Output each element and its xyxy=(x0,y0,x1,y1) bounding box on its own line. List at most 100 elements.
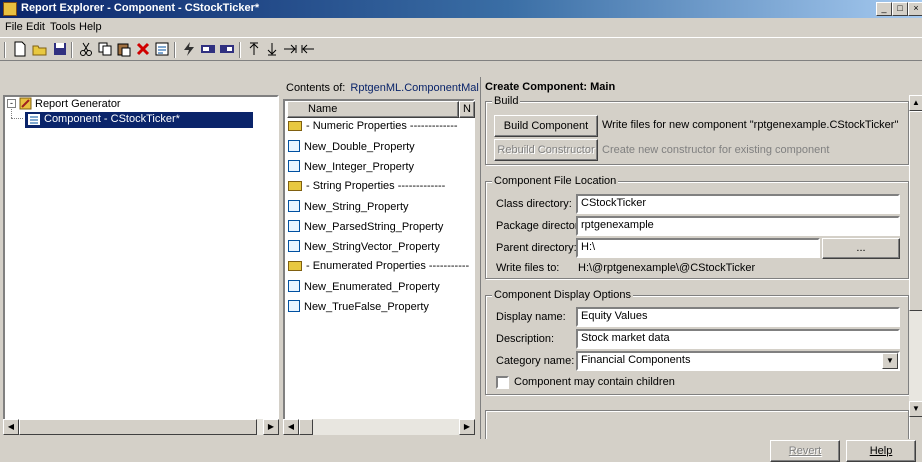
report2-icon[interactable] xyxy=(219,41,235,57)
property-icon xyxy=(288,220,300,232)
package-directory-label: Package directory: xyxy=(496,220,588,232)
tree-hscrollbar[interactable]: ◀ ▶ xyxy=(3,419,279,435)
contents-items: - Numeric Properties ------------- New_Do… xyxy=(285,120,473,320)
save-icon[interactable] xyxy=(52,41,68,57)
move-down-icon[interactable] xyxy=(264,41,280,57)
browse-button[interactable]: ... xyxy=(822,238,900,259)
run-icon[interactable] xyxy=(181,41,197,57)
scroll-left-button[interactable]: ◀ xyxy=(3,419,19,435)
toolbar-separator xyxy=(239,42,241,58)
scroll-thumb[interactable] xyxy=(909,111,922,311)
demote-icon[interactable] xyxy=(282,41,298,57)
children-checkbox[interactable] xyxy=(496,376,509,389)
tree-item-component[interactable]: Component - CStockTicker* xyxy=(25,112,253,128)
scroll-thumb[interactable] xyxy=(19,419,257,435)
tree-item-label: Component - CStockTicker* xyxy=(44,113,180,125)
build-component-button[interactable]: Build Component xyxy=(494,115,598,137)
cut-icon[interactable] xyxy=(78,41,94,57)
list-item-label: New_String_Property xyxy=(304,201,409,213)
folder-item[interactable]: - String Properties ------------- xyxy=(288,180,445,196)
property-item[interactable]: New_Integer_Property xyxy=(288,160,414,176)
list-item-label: New_TrueFalse_Property xyxy=(304,301,429,313)
help-label: Help xyxy=(869,445,893,457)
contents-link[interactable]: RptgenML.ComponentMal xyxy=(350,82,478,94)
report-icon[interactable] xyxy=(200,41,216,57)
app-icon xyxy=(3,2,17,16)
category-name-label: Category name: xyxy=(496,355,575,367)
package-directory-field[interactable]: rptgenexample xyxy=(576,216,900,236)
build-group: Build Build Component Write files for ne… xyxy=(485,95,909,165)
property-item[interactable]: New_Double_Property xyxy=(288,140,415,156)
tree-pane[interactable]: - Report Generator Component - CStockTic… xyxy=(3,95,279,435)
property-item[interactable]: New_Enumerated_Property xyxy=(288,280,440,296)
scroll-up-button[interactable]: ▲ xyxy=(909,95,922,111)
move-up-icon[interactable] xyxy=(246,41,262,57)
class-directory-field[interactable]: CStockTicker xyxy=(576,194,900,214)
paste-icon[interactable] xyxy=(116,41,132,57)
properties-panel: Create Component: Main Build Build Compo… xyxy=(480,77,922,439)
menu-edit[interactable]: Edit xyxy=(26,21,45,33)
contents-list[interactable]: Name N - Numeric Properties ------------… xyxy=(283,99,475,419)
maximize-button[interactable]: □ xyxy=(892,2,908,16)
panel-vscrollbar[interactable]: ▲ ▼ xyxy=(909,95,922,417)
rebuild-description: Create new constructor for existing comp… xyxy=(602,144,830,156)
category-name-select[interactable]: Financial Components ▼ xyxy=(576,351,900,371)
copy-icon[interactable] xyxy=(97,41,113,57)
rebuild-constructor-button[interactable]: Rebuild Constructor xyxy=(494,139,598,161)
folder-icon xyxy=(288,181,302,191)
scroll-thumb[interactable] xyxy=(299,419,313,435)
column-header-n[interactable]: N xyxy=(459,101,475,118)
list-item-label: New_Integer_Property xyxy=(304,161,415,173)
component-icon xyxy=(28,114,40,125)
class-directory-label: Class directory: xyxy=(496,198,572,210)
display-options-group: Component Display Options Display name: … xyxy=(485,289,909,395)
tree-collapse-toggle[interactable]: - xyxy=(7,99,16,108)
dropdown-arrow-icon[interactable]: ▼ xyxy=(882,353,898,369)
folder-item[interactable]: - Numeric Properties ------------- xyxy=(288,120,458,136)
new-icon[interactable] xyxy=(12,41,28,57)
display-options-legend: Component Display Options xyxy=(492,289,633,301)
column-header-name[interactable]: Name xyxy=(287,101,459,118)
menu-tools[interactable]: Tools xyxy=(50,21,76,33)
help-button[interactable]: Help xyxy=(846,440,916,462)
promote-icon[interactable] xyxy=(300,41,316,57)
next-group xyxy=(485,410,909,439)
property-item[interactable]: New_StringVector_Property xyxy=(288,240,440,256)
revert-button[interactable]: Revert xyxy=(770,440,840,462)
property-item[interactable]: New_TrueFalse_Property xyxy=(288,300,429,316)
description-label: Description: xyxy=(496,333,555,345)
description-field[interactable]: Stock market data xyxy=(576,329,900,349)
tree-root-label[interactable]: Report Generator xyxy=(35,98,121,110)
list-item-label: New_ParsedString_Property xyxy=(304,221,444,233)
list-item-label: - Enumerated Properties ----------- xyxy=(306,260,470,272)
property-item[interactable]: New_ParsedString_Property xyxy=(288,220,443,236)
display-name-field[interactable]: Equity Values xyxy=(576,307,900,327)
scroll-right-button[interactable]: ▶ xyxy=(263,419,279,435)
delete-icon[interactable] xyxy=(135,41,151,57)
scroll-right-button[interactable]: ▶ xyxy=(459,419,475,435)
open-icon[interactable] xyxy=(32,41,48,57)
menu-file[interactable]: File xyxy=(5,21,23,33)
display-name-label: Display name: xyxy=(496,311,566,323)
folder-icon xyxy=(288,121,302,131)
panel-heading: Create Component: Main xyxy=(485,81,616,93)
folder-item[interactable]: - Enumerated Properties ----------- xyxy=(288,260,469,276)
scroll-down-button[interactable]: ▼ xyxy=(909,401,922,417)
contents-label: Contents of: xyxy=(286,82,346,94)
property-item[interactable]: New_String_Property xyxy=(288,200,409,216)
menu-bar: File Edit Tools Help xyxy=(0,18,922,37)
list-item-label: - Numeric Properties ------------- xyxy=(306,120,458,132)
toolbar-separator xyxy=(174,42,176,58)
properties-icon[interactable] xyxy=(154,41,170,57)
minimize-button[interactable]: _ xyxy=(876,2,892,16)
parent-directory-field[interactable]: H:\ xyxy=(576,238,820,258)
scroll-left-button[interactable]: ◀ xyxy=(283,419,299,435)
list-item-label: New_Double_Property xyxy=(304,141,415,153)
build-description: Write files for new component "rptgenexa… xyxy=(602,119,899,131)
toolbar-grip xyxy=(4,42,6,58)
title-bar: Report Explorer - Component - CStockTick… xyxy=(0,0,922,18)
report-generator-icon xyxy=(19,97,32,110)
close-button[interactable]: × xyxy=(908,2,922,16)
contents-hscrollbar[interactable]: ◀ ▶ xyxy=(283,419,475,435)
menu-help[interactable]: Help xyxy=(79,21,102,33)
